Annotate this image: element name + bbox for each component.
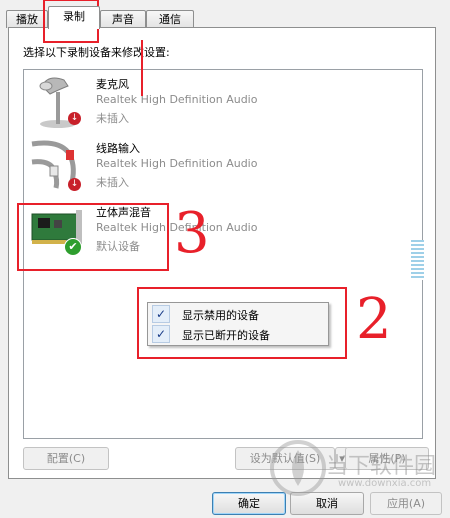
device-item-stereo-mix[interactable]: ✔ 立体声混音 Realtek High Definition Audio 默认… <box>28 200 388 264</box>
device-name: 线路输入 <box>96 142 140 155</box>
tab-recording-label: 录制 <box>63 10 85 23</box>
unplugged-badge: ↓ <box>68 112 81 125</box>
tab-strip: 播放 录制 声音 通信 <box>0 6 450 29</box>
device-status: 未插入 <box>96 176 129 189</box>
device-driver: Realtek High Definition Audio <box>96 157 258 170</box>
menu-item-show-disconnected[interactable]: ✓ 显示已断开的设备 <box>150 324 324 344</box>
checkmark-icon: ✓ <box>152 325 170 343</box>
tab-recording[interactable]: 录制 <box>48 6 100 29</box>
device-status: 默认设备 <box>96 240 140 253</box>
default-device-check-icon: ✔ <box>64 238 82 256</box>
tab-sounds-label: 声音 <box>112 13 134 26</box>
tab-communications[interactable]: 通信 <box>146 10 194 28</box>
device-name: 立体声混音 <box>96 206 151 219</box>
menu-item-label: 显示禁用的设备 <box>182 309 259 322</box>
device-item-microphone[interactable]: ↓ 麦克风 Realtek High Definition Audio 未插入 <box>28 72 388 136</box>
device-name: 麦克风 <box>96 78 129 91</box>
configure-button[interactable]: 配置(C) <box>23 447 109 470</box>
tab-playback-label: 播放 <box>16 13 38 26</box>
watermark-text: 当下软件园 <box>326 454 437 479</box>
checkmark-icon: ✓ <box>152 305 170 323</box>
instruction-text: 选择以下录制设备来修改设置: <box>23 46 170 59</box>
menu-item-show-disabled[interactable]: ✓ 显示禁用的设备 <box>150 304 324 324</box>
device-list[interactable]: ↓ 麦克风 Realtek High Definition Audio 未插入 … <box>23 69 424 439</box>
device-driver: Realtek High Definition Audio <box>96 93 258 106</box>
watermark-logo: 当下软件园 www.downxia.com <box>268 438 448 498</box>
tab-sounds[interactable]: 声音 <box>100 10 146 28</box>
input-level-meter <box>411 240 424 280</box>
recording-panel: 选择以下录制设备来修改设置: ↓ 麦克风 Realtek High Defini… <box>8 27 436 479</box>
watermark-url: www.downxia.com <box>338 478 432 489</box>
device-item-line-in[interactable]: ↓ 线路输入 Realtek High Definition Audio 未插入 <box>28 136 388 200</box>
tab-communications-label: 通信 <box>159 13 181 26</box>
unplugged-badge: ↓ <box>68 178 81 191</box>
device-status: 未插入 <box>96 112 129 125</box>
device-driver: Realtek High Definition Audio <box>96 221 258 234</box>
menu-item-label: 显示已断开的设备 <box>182 329 270 342</box>
tab-playback[interactable]: 播放 <box>6 10 48 28</box>
view-context-menu: ✓ 显示禁用的设备 ✓ 显示已断开的设备 <box>147 302 329 346</box>
